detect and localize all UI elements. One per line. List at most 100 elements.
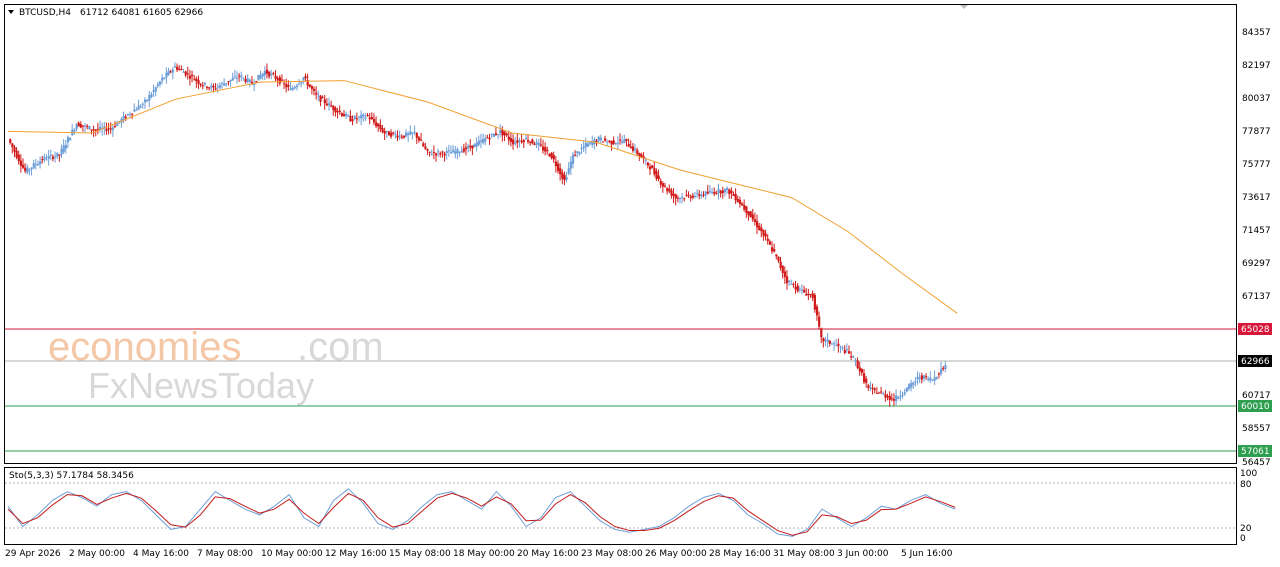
candle-bear — [90, 129, 93, 131]
candle-bear — [77, 122, 80, 127]
candle-bull — [135, 109, 138, 111]
symbol-label: BTCUSD,H4 — [19, 8, 71, 18]
candle-bull — [240, 75, 243, 78]
candle-bull — [430, 154, 433, 156]
candle-bear — [691, 195, 694, 198]
candle-bear — [265, 69, 269, 74]
candle-bear — [494, 133, 498, 135]
candle-bear — [653, 168, 656, 174]
candle-bear — [890, 398, 894, 400]
candle-bear — [92, 129, 95, 131]
candle-bear — [539, 144, 543, 146]
candle-bull — [32, 163, 35, 168]
chart-header: BTCUSD,H4 61712 64081 61605 62966 — [8, 8, 203, 18]
candle-bull — [291, 88, 294, 90]
candle-bear — [783, 271, 787, 278]
candle-bear — [531, 139, 534, 144]
candle-bear — [728, 189, 731, 195]
candle-bear — [860, 369, 864, 373]
candle-bear — [280, 79, 284, 81]
candle-bear — [877, 392, 881, 394]
candle-bear — [439, 153, 442, 155]
candle-bull — [571, 154, 575, 164]
candle-bear — [212, 86, 215, 88]
candle-bull — [693, 195, 697, 197]
chart-canvas: economies .com FxNewsToday BTCUSD,H4 617… — [4, 4, 1272, 559]
candle-bear — [670, 190, 673, 196]
candle-bull — [940, 368, 943, 374]
candle-bear — [375, 122, 378, 127]
candle-bull — [253, 84, 256, 86]
candle-bear — [304, 76, 307, 79]
candle-bear — [443, 153, 446, 156]
candle-bull — [126, 114, 130, 116]
candle-bull — [452, 149, 455, 153]
candle-bear — [197, 80, 200, 85]
price-tick: 84357 — [1242, 28, 1271, 38]
candle-bull — [927, 378, 930, 380]
candle-bull — [407, 133, 410, 136]
candle-bear — [17, 154, 20, 162]
candle-bull — [152, 89, 155, 92]
candle-bear — [741, 203, 744, 206]
candle-bull — [158, 81, 162, 85]
candle-bull — [328, 103, 331, 106]
candle-bear — [321, 97, 324, 99]
candle-bear — [805, 293, 808, 296]
candle-bull — [54, 156, 57, 158]
candle-bear — [719, 190, 722, 194]
candle-bull — [36, 163, 40, 166]
candle-bull — [218, 85, 222, 88]
time-tick: 3 Jun 00:00 — [837, 549, 889, 559]
candle-bear — [383, 130, 386, 134]
price-tick: 73617 — [1242, 193, 1271, 203]
candle-bear — [323, 99, 326, 104]
candle-bull — [578, 152, 581, 154]
candle-bear — [199, 83, 202, 86]
candle-bull — [154, 87, 157, 92]
candle-bear — [9, 139, 12, 143]
candle-bull — [221, 83, 224, 85]
candle-bull — [317, 95, 320, 97]
candle-bull — [60, 148, 63, 155]
candle-bull — [597, 136, 600, 141]
candle-bull — [582, 146, 585, 149]
candle-bull — [73, 129, 76, 132]
candle-bull — [477, 140, 480, 145]
candle-bear — [334, 107, 337, 113]
candle-bull — [84, 125, 87, 127]
candle-bull — [854, 359, 857, 361]
candle-bull — [49, 154, 52, 156]
candle-bear — [501, 129, 504, 136]
candle-bull — [246, 78, 249, 82]
candle-bull — [490, 133, 493, 136]
candle-bear — [542, 146, 545, 151]
candle-bear — [781, 265, 784, 274]
price-tick: 69297 — [1242, 259, 1271, 269]
candle-bear — [520, 140, 523, 143]
time-tick: 20 May 16:00 — [517, 549, 579, 559]
candle-bull — [826, 339, 829, 343]
candle-bear — [432, 152, 436, 154]
candle-bear — [865, 378, 868, 383]
candle-bull — [411, 132, 414, 134]
candle-bear — [238, 75, 241, 77]
candle-bull — [798, 288, 801, 290]
candle-bear — [81, 125, 85, 127]
candle-bear — [822, 338, 825, 342]
candle-bear — [283, 83, 286, 85]
candle-bull — [128, 114, 132, 116]
candle-bear — [554, 161, 558, 167]
candle-bear — [507, 136, 510, 140]
candle-bull — [623, 139, 626, 143]
time-tick: 18 May 00:00 — [453, 549, 515, 559]
candle-bear — [751, 214, 754, 220]
candle-bear — [349, 115, 352, 122]
candle-bear — [107, 128, 110, 130]
candle-bear — [366, 115, 369, 117]
candle-bear — [668, 188, 671, 192]
candle-bear — [698, 194, 701, 196]
candle-bull — [353, 116, 356, 119]
candle-bear — [516, 140, 519, 143]
candle-bull — [26, 167, 29, 173]
